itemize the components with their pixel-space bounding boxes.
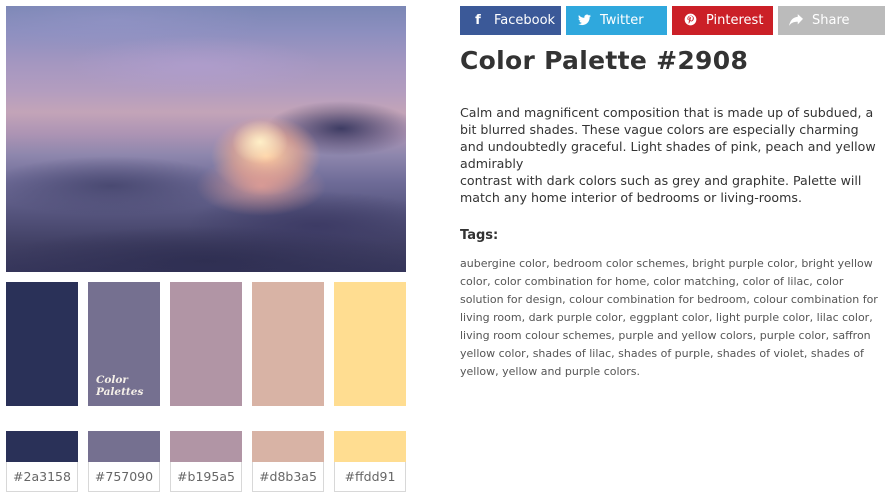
hex-code-1[interactable]: #2a3158	[6, 462, 78, 492]
swatch-large-5	[334, 282, 406, 406]
swatch-small-1[interactable]	[6, 431, 78, 462]
tags-list: aubergine color, bedroom color schemes, …	[460, 257, 878, 378]
tags-heading: Tags:	[460, 228, 499, 243]
pinterest-share-button[interactable]: Pinterest	[672, 6, 773, 35]
swatch-large-4	[252, 282, 324, 406]
facebook-share-button[interactable]: f Facebook	[460, 6, 561, 35]
description-line-1: Calm and magnificent composition that is…	[460, 105, 876, 171]
twitter-label: Twitter	[600, 13, 644, 28]
twitter-icon	[576, 6, 592, 35]
palette-description: Calm and magnificent composition that is…	[460, 104, 885, 206]
hex-code-2[interactable]: #757090	[88, 462, 160, 492]
pinterest-label: Pinterest	[706, 13, 764, 28]
swatch-large-1	[6, 282, 78, 406]
swatch-small-2[interactable]	[88, 431, 160, 462]
page-title: Color Palette #2908	[460, 46, 749, 75]
pinterest-icon	[682, 6, 698, 35]
share-button[interactable]: Share	[778, 6, 885, 35]
hex-code-3[interactable]: #b195a5	[170, 462, 242, 492]
hex-code-5[interactable]: #ffdd91	[334, 462, 406, 492]
facebook-label: Facebook	[494, 13, 556, 28]
hex-code-4[interactable]: #d8b3a5	[252, 462, 324, 492]
share-label: Share	[812, 13, 850, 28]
facebook-icon: f	[475, 13, 481, 28]
swatch-large-2: Color Palettes	[88, 282, 160, 406]
twitter-share-button[interactable]: Twitter	[566, 6, 667, 35]
swatch-small-5[interactable]	[334, 431, 406, 462]
share-arrow-icon	[788, 6, 804, 35]
description-line-2: contrast with dark colors such as grey a…	[460, 173, 862, 205]
swatch-large-3	[170, 282, 242, 406]
swatch-small-3[interactable]	[170, 431, 242, 462]
palette-photo	[6, 6, 406, 272]
color-palettes-logo: Color Palettes	[96, 374, 144, 398]
swatch-small-4[interactable]	[252, 431, 324, 462]
